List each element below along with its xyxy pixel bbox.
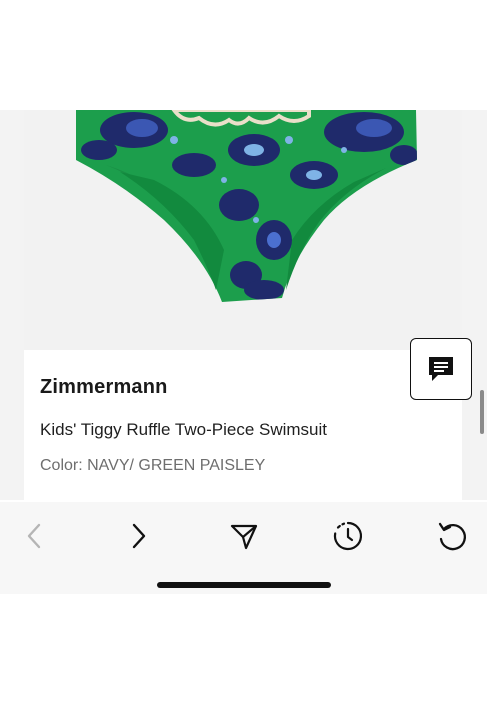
chevron-right-icon xyxy=(132,523,146,549)
product-brand[interactable]: Zimmermann xyxy=(40,376,168,399)
history-button[interactable] xyxy=(328,516,368,556)
product-image[interactable] xyxy=(24,110,462,350)
product-title[interactable]: Kids' Tiggy Ruffle Two-Piece Swimsuit xyxy=(40,420,327,440)
share-button[interactable] xyxy=(224,516,264,556)
back-button[interactable] xyxy=(14,516,54,556)
send-icon xyxy=(230,524,258,550)
reload-button[interactable] xyxy=(432,516,472,556)
swimsuit-bottom-image xyxy=(76,110,417,302)
product-card[interactable]: Zimmermann Kids' Tiggy Ruffle Two-Piece … xyxy=(24,110,462,500)
product-color: Color: NAVY/ GREEN PAISLEY xyxy=(40,457,266,474)
chat-bubble-icon xyxy=(429,357,453,381)
home-indicator[interactable] xyxy=(157,582,331,588)
browser-toolbar xyxy=(0,502,487,594)
chat-button[interactable] xyxy=(410,338,472,400)
chevron-left-icon xyxy=(27,523,41,549)
timer-icon xyxy=(333,521,363,551)
forward-button[interactable] xyxy=(119,516,159,556)
reload-icon xyxy=(438,522,466,551)
scrollbar[interactable] xyxy=(480,390,484,434)
